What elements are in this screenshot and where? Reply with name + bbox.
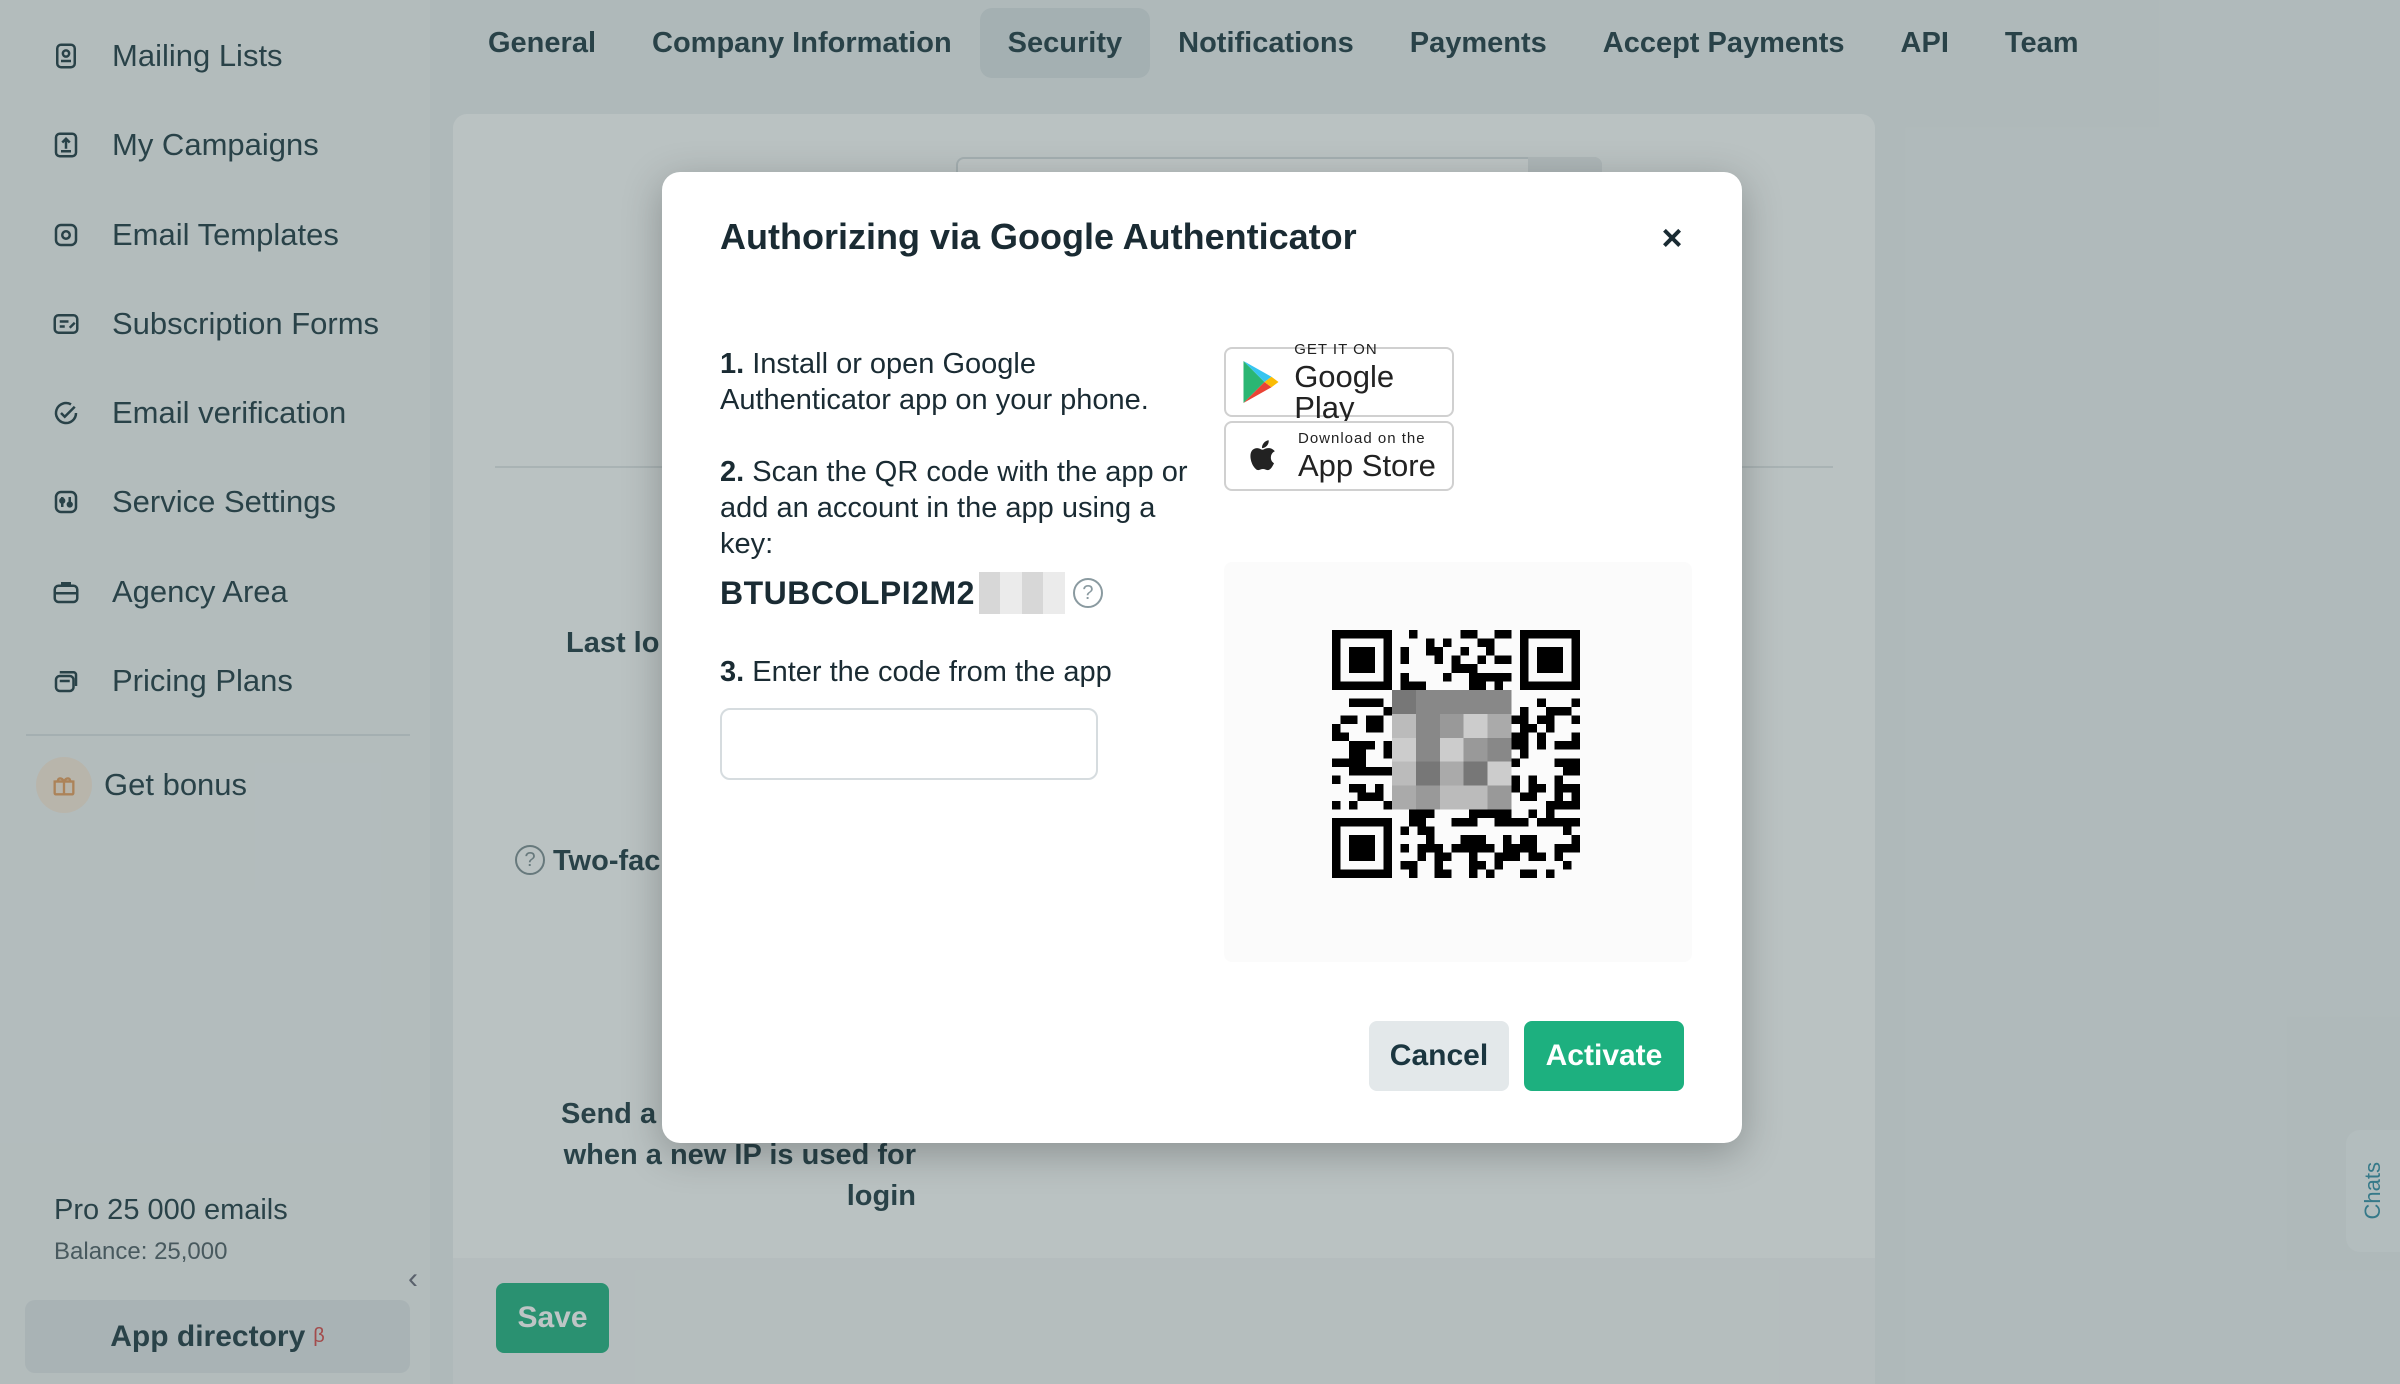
step-2-text: Scan the QR code with the app or add an …	[720, 456, 1188, 560]
help-icon[interactable]: ?	[1072, 578, 1103, 608]
step-2: 2. Scan the QR code with the app or add …	[720, 454, 1190, 562]
step-1-text: Install or open Google Authenticator app…	[720, 348, 1149, 416]
step-3-number: 3.	[720, 656, 745, 688]
step-2-number: 2.	[720, 456, 745, 488]
secret-key: BTUBCOLPI2M2	[720, 574, 975, 611]
close-icon[interactable]: ×	[1652, 217, 1692, 258]
modal-title: Authorizing via Google Authenticator	[720, 216, 1357, 257]
google-play-big-text: Google Play	[1294, 358, 1395, 425]
google-play-badge[interactable]: GET IT ON Google Play	[1224, 342, 1454, 423]
verification-code-input[interactable]	[720, 708, 1098, 780]
app-store-small-text: Download on the	[1298, 430, 1426, 447]
google-play-small-text: GET IT ON	[1294, 340, 1378, 358]
google-play-icon	[1234, 352, 1288, 412]
activate-button[interactable]: Activate	[1524, 1021, 1684, 1091]
step-1-number: 1.	[720, 348, 745, 380]
step-3: 3. Enter the code from the app	[720, 654, 1190, 690]
app-store-badge[interactable]: Download on the App Store	[1224, 421, 1454, 491]
step-1: 1. Install or open Google Authenticator …	[720, 346, 1190, 418]
app-store-big-text: App Store	[1298, 448, 1436, 483]
step-3-text: Enter the code from the app	[752, 656, 1112, 688]
cancel-button[interactable]: Cancel	[1369, 1021, 1509, 1091]
google-authenticator-modal: Authorizing via Google Authenticator × 1…	[662, 172, 1742, 1143]
apple-icon	[1234, 426, 1292, 486]
secret-key-row: BTUBCOLPI2M2 ?	[720, 572, 1103, 614]
qr-code	[1332, 630, 1580, 878]
secret-key-redacted	[978, 572, 1065, 614]
